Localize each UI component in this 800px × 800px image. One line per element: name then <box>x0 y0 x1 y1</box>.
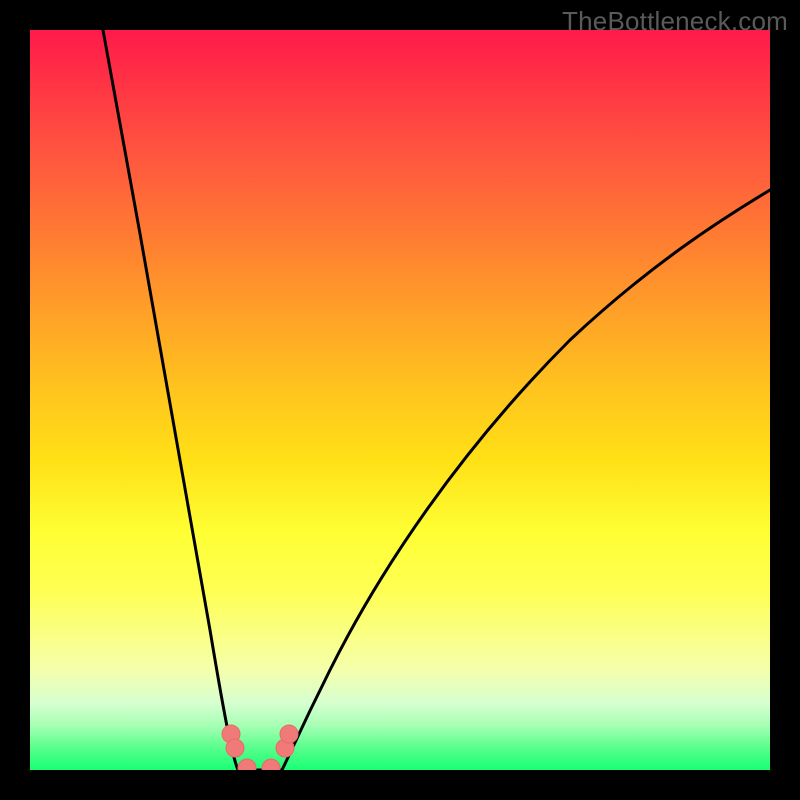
marker-floor-right <box>262 759 280 770</box>
marker-floor-left <box>238 759 256 770</box>
marker-right-upper <box>280 725 298 743</box>
plot-area <box>30 30 770 770</box>
bottleneck-curve <box>30 30 770 770</box>
watermark-text: TheBottleneck.com <box>562 6 788 37</box>
marker-left-upper <box>226 739 244 757</box>
curve-path <box>103 30 770 770</box>
